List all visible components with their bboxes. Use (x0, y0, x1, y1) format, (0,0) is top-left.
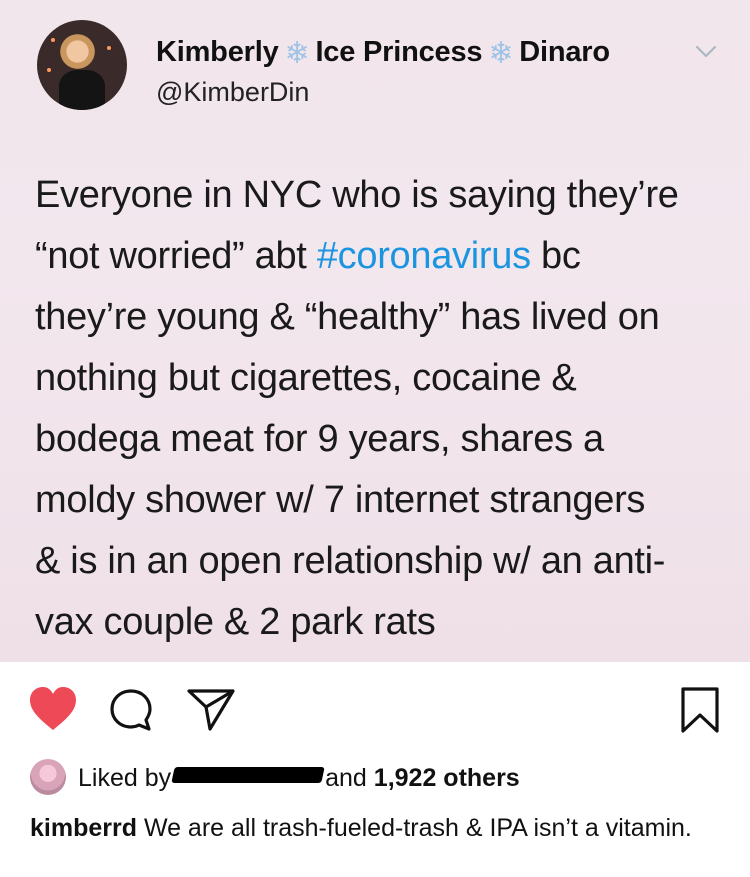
likes-count[interactable]: 1,922 others (374, 764, 520, 792)
display-name-part: Kimberly (156, 36, 279, 68)
display-name-part: Dinaro (519, 36, 610, 68)
avatar-light-dot (51, 38, 55, 42)
chevron-down-icon[interactable] (693, 42, 719, 62)
tweet-text-line: Everyone in NYC who is saying they’re (35, 174, 679, 216)
tweet-text-segment: bc (530, 235, 581, 277)
caption-text: We are all trash-fueled-trash & IPA isn’… (143, 814, 692, 842)
tweet-author-avatar[interactable] (37, 20, 127, 110)
comment-icon[interactable] (108, 688, 154, 734)
likes-summary[interactable]: Liked by and 1,922 others (30, 757, 730, 797)
post-caption: kimberrd We are all trash-fueled-trash &… (30, 813, 720, 844)
liked-by-and: and (325, 764, 367, 792)
liker-avatar (30, 759, 66, 795)
tweet-text-line: vax couple & 2 park rats (35, 601, 436, 643)
tweet-text-line: they’re young & “healthy” has lived on (35, 296, 660, 338)
post-action-bar (0, 682, 750, 742)
tweet-text-line: bodega meat for 9 years, shares a (35, 418, 604, 460)
tweet-body: Everyone in NYC who is saying they’re “n… (35, 165, 735, 653)
heart-icon[interactable] (28, 686, 78, 732)
tweet-screenshot-card: Kimberly ❄ Ice Princess ❄ Dinaro @KimberDin … (0, 0, 750, 662)
tweet-text-segment: “not worried” abt (35, 235, 317, 277)
tweet-text-line: & is in an open relationship w/ an anti- (35, 540, 666, 582)
share-icon[interactable] (186, 688, 236, 732)
tweet-text-line: “not worried” abt #coronavirus bc (35, 226, 735, 287)
tweet-text-line: moldy shower w/ 7 internet strangers (35, 479, 646, 521)
tweet-handle: @KimberDin (156, 77, 310, 107)
liked-by-prefix: Liked by (78, 764, 172, 792)
avatar-light-dot (47, 68, 51, 72)
redacted-username (171, 767, 325, 783)
hashtag-link[interactable]: #coronavirus (317, 235, 531, 277)
caption-username[interactable]: kimberrd (30, 814, 137, 842)
snowflake-icon: ❄ (488, 37, 514, 70)
snowflake-icon: ❄ (284, 37, 310, 70)
likes-text: Liked by and 1,922 others (78, 764, 520, 793)
tweet-display-name: Kimberly ❄ Ice Princess ❄ Dinaro (156, 36, 610, 71)
tweet-text-line: nothing but cigarettes, cocaine & (35, 357, 577, 399)
avatar-light-dot (107, 46, 111, 50)
display-name-part: Ice Princess (315, 36, 483, 68)
bookmark-icon[interactable] (680, 686, 720, 734)
